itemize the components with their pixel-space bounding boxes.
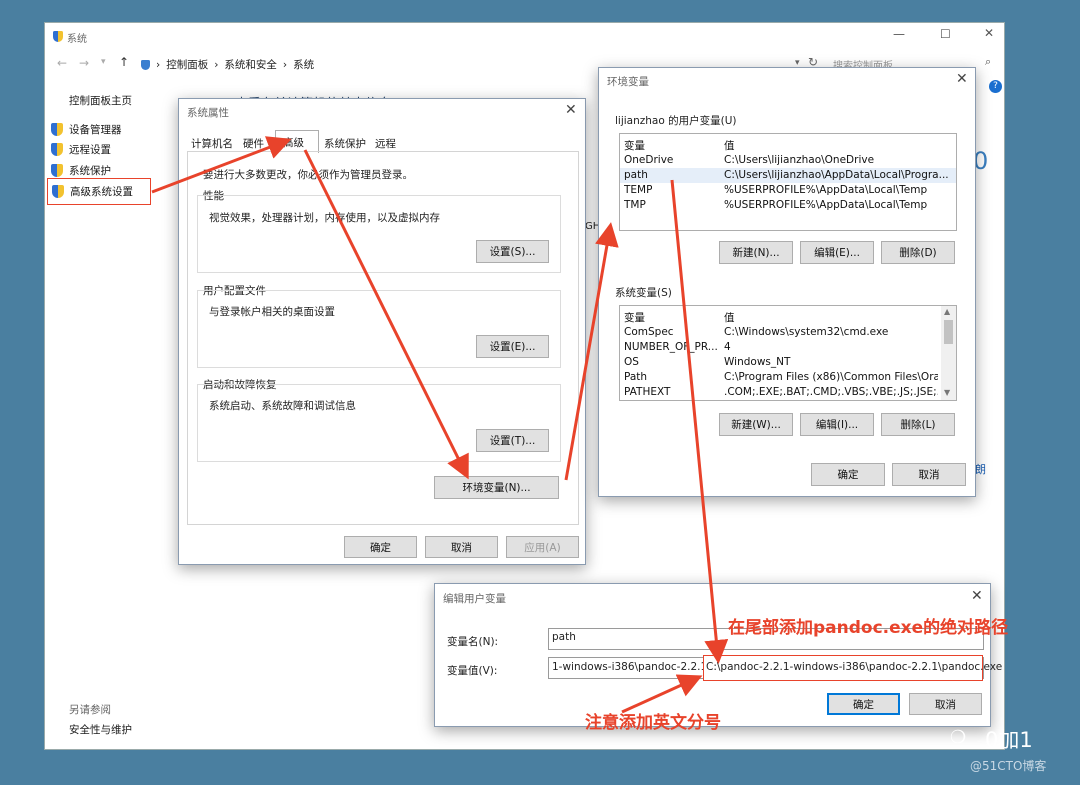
arrow-tab-to-env-button	[303, 149, 469, 480]
arrow-env-button-to-dialog	[564, 222, 619, 481]
arrow-semicolon	[621, 674, 703, 714]
arrow-sidebar-to-tab	[151, 136, 292, 194]
annotation-semicolon: 注意添加英文分号	[585, 713, 721, 733]
arrow-path-to-edit	[670, 179, 729, 664]
annotation-arrows	[151, 136, 729, 714]
annotation-append-path: 在尾部添加pandoc.exe的绝对路径	[728, 618, 1009, 638]
watermark-site: @51CTO博客	[970, 759, 1047, 773]
wechat-icon: ❍	[950, 727, 967, 748]
watermark-brand: 0加1	[985, 728, 1033, 752]
